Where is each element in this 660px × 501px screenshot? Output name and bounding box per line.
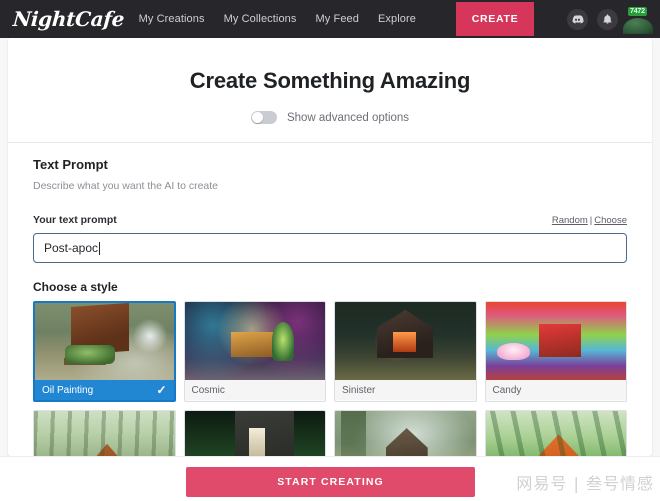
style-thumbnail-oil-painting — [35, 303, 174, 380]
text-prompt-subtitle: Describe what you want the AI to create — [33, 180, 219, 192]
start-creating-button[interactable]: START CREATING — [186, 467, 475, 497]
style-thumbnail-row2-2 — [184, 411, 325, 456]
show-advanced-options-toggle[interactable] — [250, 111, 277, 124]
text-cursor — [99, 241, 101, 255]
style-card-label-row: Cosmic — [184, 380, 325, 400]
style-card-row2-3[interactable] — [334, 410, 477, 456]
style-thumbnail-row2-1 — [34, 411, 175, 456]
style-label-sinister: Sinister — [342, 384, 376, 396]
style-card-label-row: Candy — [485, 380, 626, 400]
divider — [8, 142, 652, 143]
nav-item-my-feed[interactable]: My Feed — [316, 13, 360, 25]
style-card-oil-painting[interactable]: Oil Painting ✓ — [33, 301, 176, 402]
style-thumbnail-sinister — [335, 302, 476, 380]
nav-item-explore[interactable]: Explore — [378, 13, 416, 25]
avatar-credit-badge: 7472 — [628, 6, 647, 16]
style-grid: Oil Painting ✓ Cosmic Sinister Candy — [33, 301, 627, 456]
advanced-options-row: Show advanced options — [8, 111, 652, 124]
header-icon-group: 7472 — [567, 6, 650, 31]
style-card-cosmic[interactable]: Cosmic — [183, 301, 326, 402]
prompt-field-label: Your text prompt — [33, 214, 117, 226]
style-card-label-row: Sinister — [335, 380, 476, 400]
style-label-candy: Candy — [492, 384, 522, 396]
random-link[interactable]: Random — [552, 215, 588, 226]
avatar[interactable]: 7472 — [627, 6, 650, 31]
style-thumbnail-candy — [485, 302, 626, 380]
style-label-cosmic: Cosmic — [191, 384, 225, 396]
text-prompt-section: Text Prompt Describe what you want the A… — [8, 157, 652, 456]
watermark: 网易号 | 叁号情感 — [516, 474, 654, 493]
check-icon: ✓ — [156, 383, 167, 397]
app-root: NightCafe My Creations My Collections My… — [0, 0, 660, 501]
prompt-field-header: Your text prompt Random | Choose — [33, 214, 627, 226]
nightcafe-logo[interactable]: NightCafe — [12, 7, 125, 31]
style-thumbnail-row2-4 — [485, 411, 626, 456]
style-card-row2-4[interactable] — [484, 410, 627, 456]
create-button[interactable]: CREATE — [456, 2, 534, 36]
main-nav: My Creations My Collections My Feed Expl… — [139, 2, 660, 36]
choose-link[interactable]: Choose — [594, 215, 627, 226]
footer-bar: START CREATING 网易号 | 叁号情感 — [0, 456, 660, 501]
style-thumbnail-cosmic — [184, 302, 325, 380]
style-card-candy[interactable]: Candy — [484, 301, 627, 402]
style-card-sinister[interactable]: Sinister — [334, 301, 477, 402]
nav-item-my-creations[interactable]: My Creations — [139, 13, 205, 25]
prompt-input[interactable]: Post-apoc — [33, 233, 627, 263]
prompt-input-value: Post-apoc — [44, 241, 99, 255]
style-card-row2-1[interactable] — [33, 410, 176, 456]
main-content-card: Create Something Amazing Show advanced o… — [8, 38, 652, 456]
style-card-row2-2[interactable] — [183, 410, 326, 456]
style-label-oil-painting: Oil Painting — [42, 384, 94, 396]
advanced-options-label: Show advanced options — [286, 111, 410, 124]
discord-icon[interactable] — [567, 8, 588, 30]
style-card-label-row: Oil Painting ✓ — [35, 380, 174, 400]
choose-style-heading: Choose a style — [33, 280, 118, 294]
nav-item-my-collections[interactable]: My Collections — [224, 13, 297, 25]
text-prompt-heading: Text Prompt — [33, 157, 108, 172]
toggle-knob — [251, 112, 263, 123]
style-thumbnail-row2-3 — [335, 411, 476, 456]
page-title: Create Something Amazing — [189, 68, 471, 93]
bell-icon[interactable] — [597, 8, 618, 30]
prompt-helper-links: Random | Choose — [552, 215, 627, 226]
top-navigation-bar: NightCafe My Creations My Collections My… — [0, 0, 660, 38]
